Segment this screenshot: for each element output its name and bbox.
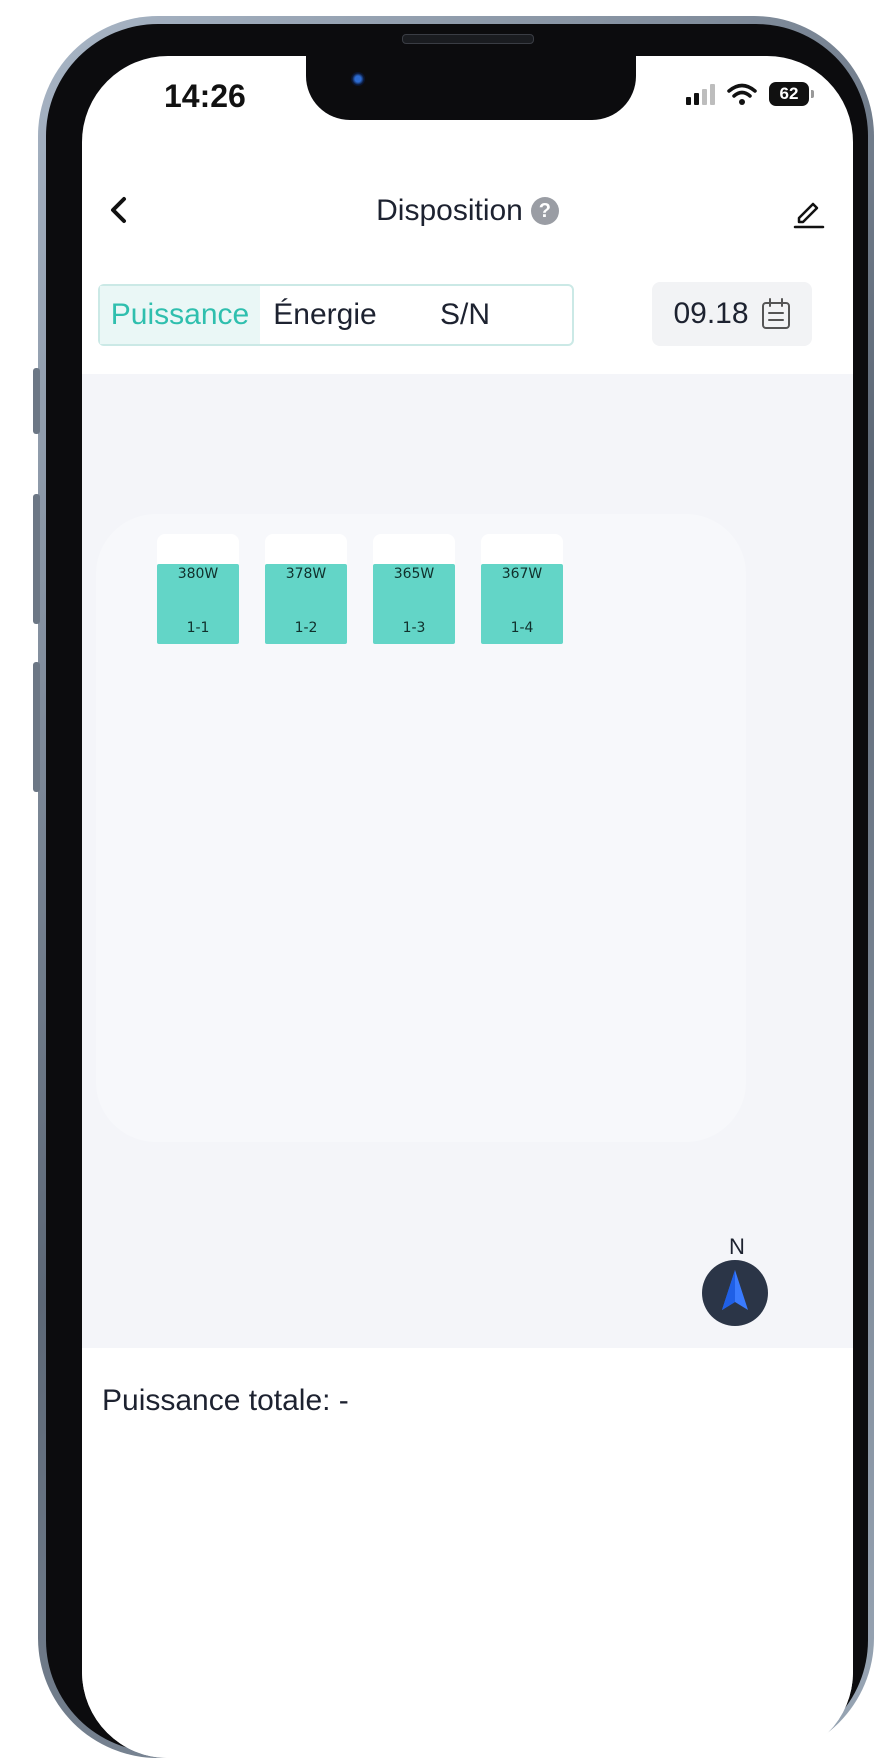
wifi-icon	[727, 83, 757, 105]
page-title: Disposition?	[82, 194, 853, 228]
compass-button[interactable]	[702, 1260, 768, 1326]
panel-power: 365W	[393, 566, 435, 582]
date-value: 09.18	[673, 297, 749, 330]
panel-id: 1-3	[402, 620, 426, 636]
panel-module-header	[265, 534, 347, 566]
screen: 14:26 62 Disposition? Puissance Énergie …	[82, 56, 853, 1758]
panel-module-header	[481, 534, 563, 566]
calendar-icon	[761, 298, 790, 329]
panel-power: 380W	[177, 566, 219, 582]
status-icons: 62	[686, 82, 814, 106]
help-icon[interactable]: ?	[530, 197, 559, 225]
status-time: 14:26	[164, 78, 246, 114]
panel-id: 1-1	[186, 620, 210, 636]
panel-power: 367W	[501, 566, 543, 582]
compass-arrow-icon	[722, 1270, 748, 1310]
battery-icon: 62	[769, 82, 814, 106]
total-power-label: Puissance totale: -	[102, 1384, 349, 1417]
camera-notch	[306, 56, 636, 120]
tab-puissance[interactable]: Puissance	[100, 286, 260, 344]
panel-module[interactable]: 365W 1-3	[373, 534, 455, 644]
panel-power: 378W	[285, 566, 327, 582]
summary-panel: Puissance totale: -	[82, 1348, 853, 1758]
cellular-signal-icon	[686, 83, 715, 105]
panel-module[interactable]: 367W 1-4	[481, 534, 563, 644]
nav-bar: Disposition?	[82, 176, 853, 246]
page-title-text: Disposition	[376, 194, 523, 227]
layout-canvas[interactable]: 380W 1-1 378W 1-2 365W 1-3 367W 1-4 N	[82, 374, 853, 1348]
panel-module[interactable]: 378W 1-2	[265, 534, 347, 644]
panel-module-body: 367W 1-4	[481, 564, 563, 644]
panel-module[interactable]: 380W 1-1	[157, 534, 239, 644]
date-picker-button[interactable]: 09.18	[652, 282, 812, 346]
panel-id: 1-2	[294, 620, 318, 636]
speaker-grille	[402, 34, 534, 44]
volume-down-button	[33, 662, 40, 792]
tab-energie[interactable]: Énergie	[260, 286, 390, 344]
panel-module-header	[157, 534, 239, 566]
tab-sn[interactable]: S/N	[390, 286, 540, 344]
panel-module-body: 378W 1-2	[265, 564, 347, 644]
view-mode-tabs: Puissance Énergie S/N	[98, 284, 574, 346]
panel-id: 1-4	[510, 620, 534, 636]
panel-module-body: 380W 1-1	[157, 564, 239, 644]
volume-up-button	[33, 494, 40, 624]
compass-north-label: N	[729, 1234, 745, 1259]
front-camera	[351, 72, 365, 86]
panel-module-header	[373, 534, 455, 566]
panel-module-body: 365W 1-3	[373, 564, 455, 644]
edit-pencil-icon[interactable]	[791, 194, 827, 230]
mute-switch	[33, 368, 40, 434]
